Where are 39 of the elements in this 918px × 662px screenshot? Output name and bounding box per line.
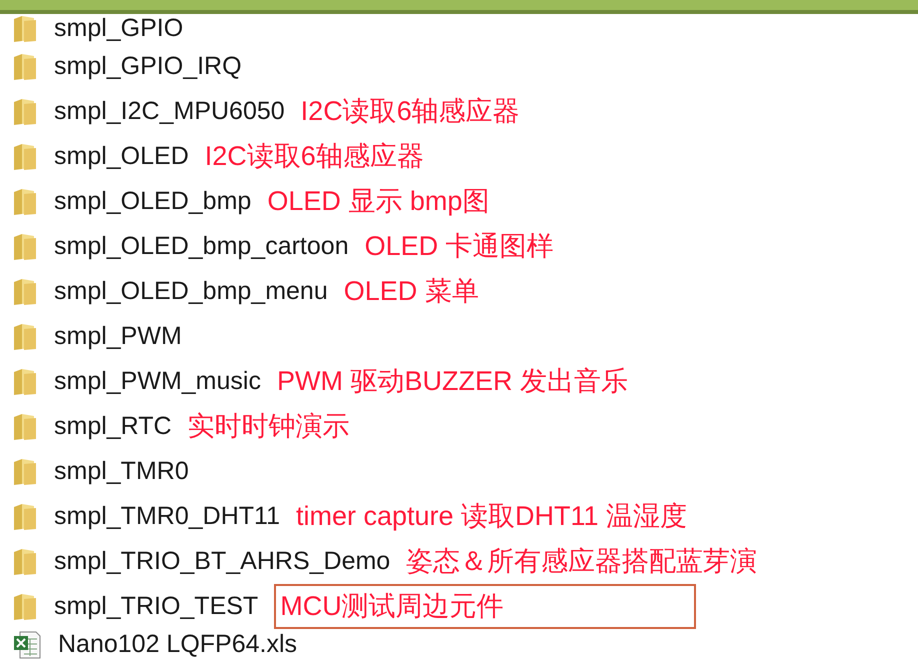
folder-icon [12, 368, 38, 396]
annotation-text: 实时时钟演示 [188, 410, 350, 444]
file-name[interactable]: Nano102 LQFP64.xls [58, 626, 298, 662]
file-name[interactable]: smpl_TRIO_TEST [54, 588, 258, 626]
folder-icon [12, 15, 38, 43]
folder-icon [12, 188, 38, 216]
folder-icon [12, 232, 38, 260]
file-name[interactable]: smpl_PWM [54, 318, 182, 356]
folder-icon [12, 278, 38, 306]
file-name[interactable]: smpl_OLED_bmp [54, 182, 252, 220]
annotation-text: MCU测试周边元件 [274, 584, 696, 629]
file-name[interactable]: smpl_OLED_bmp_cartoon [54, 228, 349, 266]
file-name[interactable]: smpl_TMR0_DHT11 [54, 498, 280, 536]
folder-icon [12, 502, 38, 530]
folder-icon [12, 322, 38, 350]
annotation-text: OLED 卡通图样 [364, 230, 554, 264]
folder-icon [12, 458, 38, 486]
file-name[interactable]: smpl_OLED_bmp_menu [54, 272, 328, 310]
annotation-text: OLED 菜单 [344, 275, 479, 308]
folder-icon [12, 142, 38, 170]
file-name[interactable]: smpl_RTC [54, 408, 172, 446]
file-name[interactable]: smpl_OLED [54, 138, 189, 176]
folder-icon [12, 52, 38, 80]
file-name[interactable]: smpl_TMR0 [54, 452, 189, 490]
file-name[interactable]: smpl_GPIO [54, 10, 184, 48]
annotation-text: 姿态＆所有感应器搭配蓝芽演 [406, 545, 758, 578]
annotation-text: PWM 驱动BUZZER 发出音乐 [276, 365, 628, 398]
file-name[interactable]: smpl_PWM_music [54, 362, 261, 400]
annotation-text: timer capture 读取DHT11 温湿度 [296, 500, 688, 534]
file-name[interactable]: smpl_GPIO_IRQ [54, 48, 242, 86]
folder-icon [12, 98, 38, 126]
folder-icon [12, 592, 38, 620]
file-name[interactable]: smpl_TRIO_BT_AHRS_Demo [54, 542, 390, 580]
annotation-text: I2C读取6轴感应器 [204, 140, 424, 174]
annotation-text: I2C读取6轴感应器 [300, 95, 520, 128]
file-name[interactable]: smpl_I2C_MPU6050 [54, 92, 285, 130]
annotation-text: OLED 显示 bmp图 [267, 185, 490, 218]
folder-icon [12, 548, 38, 576]
folder-icon [12, 412, 38, 440]
